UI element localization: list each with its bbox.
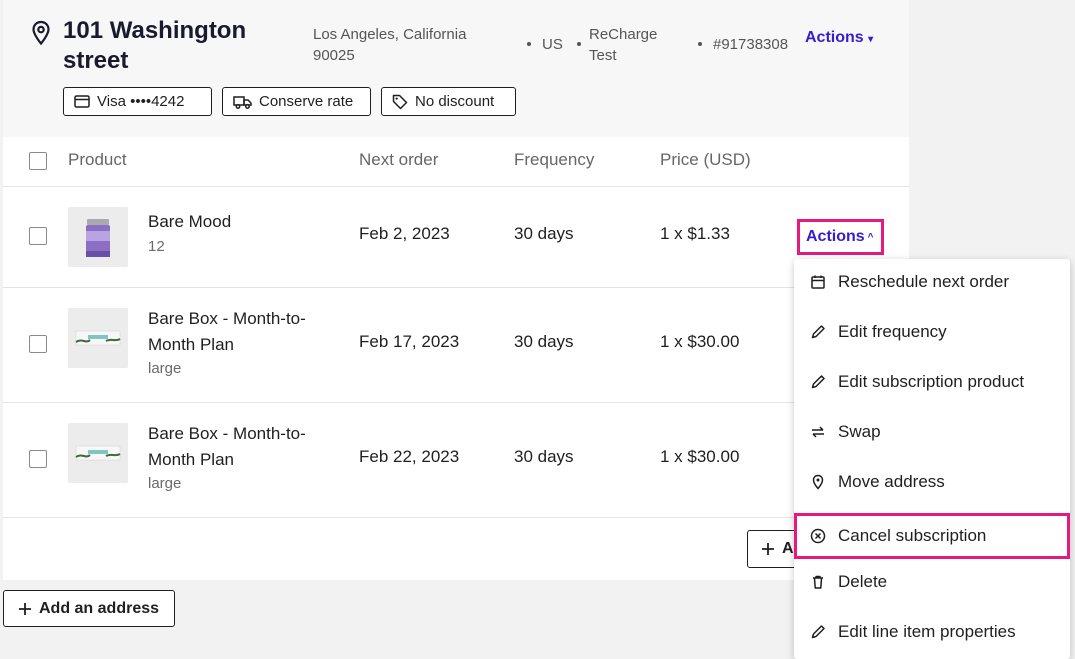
product-thumbnail bbox=[68, 207, 128, 267]
pencil-icon bbox=[811, 375, 825, 389]
plus-icon bbox=[762, 543, 774, 555]
truck-icon bbox=[233, 95, 252, 109]
address-id: #91738308 bbox=[713, 36, 789, 53]
column-header-next-order: Next order bbox=[359, 150, 439, 169]
tag-icon bbox=[392, 94, 408, 109]
next-order-date: Feb 17, 2023 bbox=[359, 332, 460, 351]
price-value: 1 x $1.33 bbox=[660, 224, 730, 243]
menu-item-edit-subscription-product[interactable]: Edit subscription product bbox=[794, 359, 1070, 405]
menu-item-label: Reschedule next order bbox=[838, 272, 1010, 291]
shipping-rate-label: Conserve rate bbox=[259, 93, 354, 110]
product-box-image bbox=[68, 423, 128, 483]
menu-item-reschedule-next-order[interactable]: Reschedule next order bbox=[794, 259, 1070, 305]
discount-label: No discount bbox=[415, 93, 495, 110]
frequency-value: 30 days bbox=[514, 447, 574, 466]
menu-item-move-address[interactable]: Move address bbox=[794, 459, 1070, 505]
menu-item-label: Edit subscription product bbox=[838, 372, 1025, 391]
frequency-value: 30 days bbox=[514, 224, 574, 243]
table-header: Product Next order Frequency Price (USD) bbox=[3, 137, 909, 187]
row-checkbox[interactable] bbox=[29, 227, 47, 245]
price-value: 1 x $30.00 bbox=[660, 332, 740, 351]
separator-dot bbox=[577, 42, 581, 46]
calendar-icon bbox=[811, 275, 825, 289]
product-thumbnail bbox=[68, 423, 128, 483]
chevron-down-icon: ▾ bbox=[868, 34, 874, 45]
column-header-frequency: Frequency bbox=[514, 150, 595, 169]
product-thumbnail bbox=[68, 308, 128, 368]
trash-icon bbox=[813, 575, 823, 589]
select-all-checkbox[interactable] bbox=[29, 152, 47, 170]
shipping-rate-pill[interactable]: Conserve rate bbox=[222, 87, 371, 116]
product-variant: large bbox=[148, 360, 182, 377]
table-row: Bare Box - Month-to-Month Plan large Feb… bbox=[3, 288, 909, 403]
product-name: Bare Box - Month-to-Month Plan bbox=[148, 309, 306, 354]
product-box-image bbox=[68, 308, 128, 368]
location-pin-icon bbox=[812, 474, 824, 490]
menu-item-label: Move address bbox=[838, 472, 945, 491]
column-header-price: Price (USD) bbox=[660, 150, 751, 169]
price-value: 1 x $30.00 bbox=[660, 447, 740, 466]
column-header-product: Product bbox=[68, 150, 127, 169]
table-row: Bare Box - Month-to-Month Plan large Feb… bbox=[3, 403, 909, 518]
chevron-up-icon: ^ bbox=[867, 231, 874, 243]
menu-item-cancel-subscription[interactable]: Cancel subscription bbox=[794, 513, 1070, 559]
address-city: Los Angeles, California 90025 bbox=[313, 26, 467, 64]
address-title: 101 Washington street bbox=[63, 17, 247, 74]
next-order-date: Feb 2, 2023 bbox=[359, 224, 450, 243]
add-address-label: Add an address bbox=[38, 599, 160, 617]
product-variant: large bbox=[148, 475, 182, 492]
plus-icon bbox=[18, 602, 31, 615]
cancel-circle-icon bbox=[810, 528, 826, 544]
credit-card-icon bbox=[74, 95, 90, 108]
menu-item-label: Cancel subscription bbox=[838, 526, 987, 545]
address-actions-label: Actions bbox=[805, 29, 864, 46]
address-header: 101 Washington street Los Angeles, Calif… bbox=[3, 0, 909, 137]
address-country: US bbox=[542, 36, 563, 53]
location-pin-icon bbox=[32, 20, 50, 46]
add-address-button[interactable]: Add an address bbox=[3, 590, 175, 627]
swap-arrows-icon bbox=[812, 426, 824, 438]
payment-method-pill[interactable]: Visa ••••4242 bbox=[63, 87, 212, 116]
pencil-icon bbox=[811, 625, 825, 639]
product-jar-image bbox=[68, 207, 128, 267]
pencil-icon bbox=[811, 325, 825, 339]
next-order-date: Feb 22, 2023 bbox=[359, 447, 460, 466]
row-actions-menu: Reschedule next order Edit frequency Edi… bbox=[794, 259, 1070, 659]
discount-pill[interactable]: No discount bbox=[381, 87, 516, 116]
product-name: Bare Mood bbox=[148, 212, 232, 231]
address-source: ReCharge Test bbox=[589, 26, 658, 64]
menu-item-label: Delete bbox=[838, 572, 888, 591]
menu-item-label: Edit frequency bbox=[838, 322, 947, 341]
table-row: Bare Mood 12 Feb 2, 2023 30 days 1 x $1.… bbox=[3, 187, 909, 288]
product-name: Bare Box - Month-to-Month Plan bbox=[148, 424, 306, 469]
row-checkbox[interactable] bbox=[29, 335, 47, 353]
add-product-label: A bbox=[782, 540, 794, 557]
menu-item-edit-line-item-properties[interactable]: Edit line item properties bbox=[794, 609, 1070, 655]
row-actions-button[interactable]: Actions ^ bbox=[797, 219, 884, 255]
menu-item-edit-frequency[interactable]: Edit frequency bbox=[794, 309, 1070, 355]
menu-item-label: Swap bbox=[838, 422, 881, 441]
payment-method-label: Visa ••••4242 bbox=[97, 93, 185, 110]
menu-item-delete[interactable]: Delete bbox=[794, 559, 1070, 605]
row-actions-label: Actions bbox=[806, 228, 865, 245]
product-variant: 12 bbox=[148, 238, 165, 255]
row-checkbox[interactable] bbox=[29, 450, 47, 468]
separator-dot bbox=[527, 42, 531, 46]
address-actions-button[interactable]: Actions ▾ bbox=[805, 29, 873, 47]
menu-item-label: Edit line item properties bbox=[838, 622, 1016, 641]
menu-item-swap[interactable]: Swap bbox=[794, 409, 1070, 455]
separator-dot bbox=[698, 42, 702, 46]
address-card: 101 Washington street Los Angeles, Calif… bbox=[3, 0, 909, 580]
frequency-value: 30 days bbox=[514, 332, 574, 351]
